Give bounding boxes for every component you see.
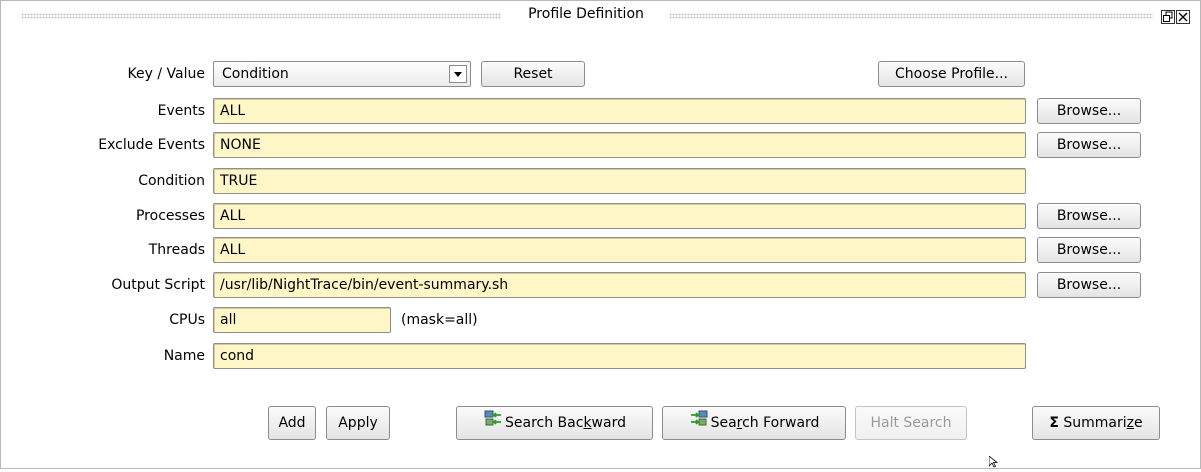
- key-value-selected: Condition: [222, 66, 289, 82]
- name-label: Name: [163, 348, 205, 364]
- threads-field[interactable]: ALL: [213, 237, 1026, 263]
- sigma-icon: Σ: [1049, 415, 1059, 431]
- name-field[interactable]: cond: [213, 343, 1026, 369]
- search-backward-post: ward: [591, 415, 626, 431]
- output-script-label: Output Script: [111, 277, 205, 293]
- search-backward-mnemonic: k: [583, 415, 592, 431]
- title-grip-left: [21, 13, 501, 19]
- cpus-field[interactable]: all: [213, 307, 391, 333]
- exclude-events-label: Exclude Events: [98, 137, 205, 153]
- search-backward-pre: Search Bac: [505, 415, 584, 431]
- output-script-browse-button[interactable]: Browse...: [1037, 272, 1141, 298]
- key-value-label: Key / Value: [127, 66, 205, 82]
- search-forward-icon: [689, 407, 709, 439]
- search-forward-pre: Sea: [710, 415, 737, 431]
- search-forward-post: ch Forward: [742, 415, 820, 431]
- profile-definition-panel: Profile Definition Key / Value Condition…: [0, 0, 1201, 469]
- processes-label: Processes: [135, 208, 205, 224]
- output-script-field[interactable]: /usr/lib/NightTrace/bin/event-summary.sh: [213, 272, 1026, 298]
- exclude-events-browse-button[interactable]: Browse...: [1037, 132, 1141, 158]
- summarize-button[interactable]: Σ Summarize: [1032, 406, 1160, 440]
- search-backward-button[interactable]: Search Backward: [456, 406, 653, 440]
- processes-field[interactable]: ALL: [213, 203, 1026, 229]
- panel-title: Profile Definition: [528, 6, 644, 22]
- summarize-mnemonic: z: [1126, 415, 1135, 431]
- close-icon[interactable]: [1176, 10, 1190, 24]
- processes-browse-button[interactable]: Browse...: [1037, 203, 1141, 229]
- summarize-post: e: [1134, 415, 1143, 431]
- add-button[interactable]: Add: [268, 406, 316, 440]
- search-backward-icon: [483, 407, 503, 439]
- key-value-select[interactable]: Condition: [213, 61, 471, 87]
- threads-browse-button[interactable]: Browse...: [1037, 237, 1141, 263]
- cpus-mask-text: (mask=all): [401, 312, 478, 328]
- condition-field[interactable]: TRUE: [213, 168, 1026, 194]
- apply-button[interactable]: Apply: [326, 406, 390, 440]
- chevron-down-icon[interactable]: [449, 65, 467, 83]
- events-field[interactable]: ALL: [213, 98, 1026, 124]
- summarize-pre: Summari: [1063, 415, 1127, 431]
- title-grip-right: [669, 13, 1153, 19]
- search-forward-button[interactable]: Search Forward: [662, 406, 846, 440]
- reset-button[interactable]: Reset: [481, 61, 585, 87]
- title-bar[interactable]: Profile Definition: [1, 1, 1200, 31]
- events-label: Events: [157, 103, 205, 119]
- exclude-events-field[interactable]: NONE: [213, 132, 1026, 158]
- condition-label: Condition: [138, 173, 205, 189]
- halt-search-button[interactable]: Halt Search: [855, 406, 967, 440]
- mouse-pointer-icon: [988, 455, 999, 472]
- choose-profile-button[interactable]: Choose Profile...: [878, 61, 1025, 87]
- threads-label: Threads: [148, 242, 205, 258]
- events-browse-button[interactable]: Browse...: [1037, 98, 1141, 124]
- cpus-label: CPUs: [169, 312, 205, 328]
- float-icon[interactable]: [1161, 10, 1175, 24]
